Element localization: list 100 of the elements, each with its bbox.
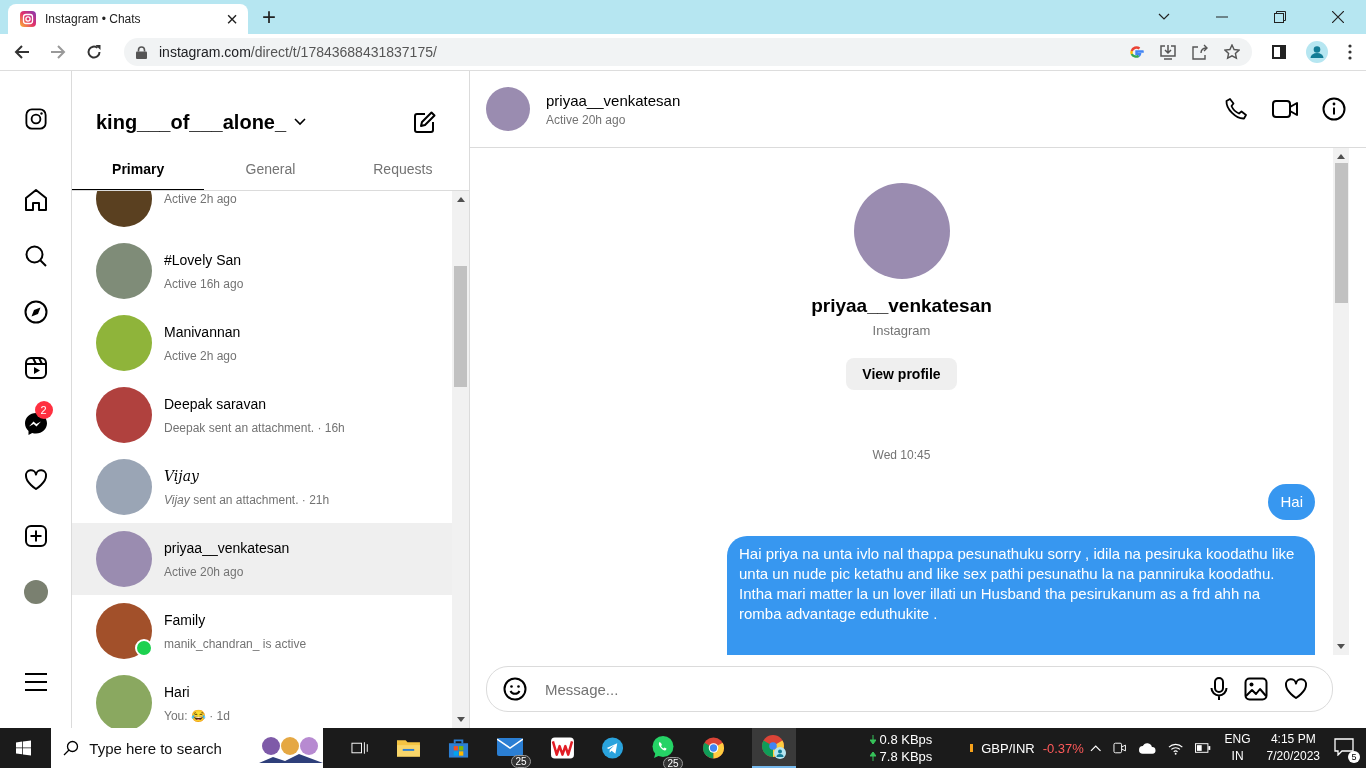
message-bubble: Hai priya na unta ivlo nal thappa pesunathuku sorry , idila na pesiruka koodathu like unta un nude pic ketathu and like sex pathi pesunathu la na panniruka koodathu. Intha mari matter la un lover illati un Husband tha pesirukanum as a frd ahh na romba advantage eduthukite .	[727, 536, 1315, 655]
chat-name: #Lovely San	[164, 251, 243, 268]
chevron-up-icon[interactable]	[1089, 744, 1102, 752]
message-bubble: Hai	[1268, 484, 1315, 520]
upload-speed: 7.8 KBps	[879, 748, 933, 765]
ticker-change: -0.37%	[1042, 740, 1084, 756]
address-bar[interactable]: instagram.com/direct/t/17843688431837175/	[124, 38, 1252, 66]
clock-time[interactable]: 4:15 PM	[1270, 731, 1316, 748]
heart-icon[interactable]	[23, 468, 48, 492]
share-icon[interactable]	[1192, 44, 1208, 60]
lock-icon	[136, 45, 147, 59]
account-username[interactable]: king___of___alone_	[96, 110, 287, 134]
scrollbar-thumb[interactable]	[454, 266, 467, 387]
message-composer[interactable]: Message...	[486, 666, 1333, 712]
cloud-icon[interactable]	[1138, 742, 1156, 754]
battery-icon[interactable]	[1195, 743, 1211, 753]
view-profile-button[interactable]: View profile	[846, 358, 957, 390]
up-arrow-icon	[869, 752, 876, 761]
profile-source: Instagram	[872, 323, 931, 338]
forward-arrow-icon[interactable]	[50, 44, 66, 60]
close-tab-button[interactable]: ×	[226, 9, 238, 29]
inbox-tab[interactable]: Requests	[336, 151, 469, 190]
heart-icon[interactable]	[1284, 677, 1308, 701]
wps-office-icon[interactable]	[550, 737, 574, 759]
task-view-icon[interactable]	[351, 740, 369, 756]
scrollbar-thumb[interactable]	[1334, 163, 1348, 303]
whatsapp-icon[interactable]	[650, 734, 675, 759]
folder-icon[interactable]	[396, 738, 420, 758]
scroll-down-arrow-icon[interactable]	[1337, 644, 1345, 649]
inbox-tab[interactable]: General	[204, 151, 337, 190]
restore-icon[interactable]	[1274, 11, 1286, 23]
chat-list-item[interactable]: Deepak saravan Deepak sent an attachment. · 16h	[72, 379, 452, 451]
phone-icon[interactable]	[1224, 97, 1248, 121]
clock-date[interactable]: 7/20/2023	[1266, 748, 1320, 765]
chat-preview: Vijay sent an attachment. · 21h	[164, 492, 330, 507]
video-camera-icon[interactable]	[1272, 98, 1298, 120]
chat-preview: Deepak sent an attachment. · 16h	[164, 420, 345, 435]
taskbar-search-field[interactable]: Type here to search	[51, 728, 324, 768]
meet-icon[interactable]	[1113, 741, 1127, 755]
chevron-down-icon[interactable]	[294, 118, 307, 126]
notification-badge: 25	[663, 756, 683, 768]
scrollbar[interactable]	[1333, 148, 1349, 655]
microphone-icon[interactable]	[1210, 677, 1228, 701]
scroll-up-arrow-icon[interactable]	[1337, 154, 1345, 159]
info-icon[interactable]	[1322, 97, 1346, 121]
input-region[interactable]: IN	[1231, 748, 1244, 765]
image-icon[interactable]	[1244, 677, 1268, 701]
store-icon[interactable]	[447, 737, 469, 759]
chat-list-item[interactable]: #Lovely San Active 16h ago	[72, 235, 452, 307]
input-language[interactable]: ENG	[1224, 731, 1251, 748]
chat-list-item[interactable]: Family manik_chandran_ is active	[72, 595, 452, 667]
scroll-down-arrow-icon[interactable]	[456, 717, 465, 722]
chat-preview: manik_chandran_ is active	[164, 636, 307, 651]
online-status-dot	[135, 639, 153, 657]
message-input-field[interactable]: Message...	[543, 679, 1194, 699]
message-date: Wed 10:45	[872, 448, 931, 462]
chrome-icon[interactable]	[702, 737, 724, 759]
mail-icon[interactable]	[496, 736, 523, 757]
create-plus-icon[interactable]	[23, 524, 48, 548]
compose-icon[interactable]	[413, 110, 437, 134]
notification-center-icon[interactable]	[1334, 737, 1354, 756]
scroll-up-arrow-icon[interactable]	[456, 197, 465, 202]
search-icon[interactable]	[23, 244, 48, 268]
side-panel-icon[interactable]	[1272, 45, 1286, 59]
chrome-profile-taskbar-button[interactable]	[751, 728, 796, 768]
messenger-icon[interactable]	[23, 412, 48, 436]
back-arrow-icon[interactable]	[14, 44, 30, 60]
star-icon[interactable]	[1224, 44, 1240, 60]
browser-tab[interactable]: Instagram • Chats ×	[8, 4, 248, 34]
wifi-icon[interactable]	[1168, 741, 1184, 755]
chat-list-item[interactable]: Active 2h ago	[72, 191, 452, 235]
reload-icon[interactable]	[86, 44, 102, 60]
instagram-logo-icon[interactable]	[24, 108, 47, 130]
chat-list-item[interactable]: priyaa__venkatesan Active 20h ago	[72, 523, 452, 595]
close-icon[interactable]	[1332, 11, 1344, 23]
home-icon[interactable]	[23, 188, 48, 212]
install-icon[interactable]	[1160, 44, 1176, 60]
chevron-down-icon[interactable]	[1158, 13, 1170, 21]
menu-icon[interactable]	[24, 673, 47, 691]
down-arrow-icon	[869, 735, 876, 744]
scrollbar[interactable]	[452, 191, 469, 728]
emoji-icon[interactable]	[503, 677, 527, 701]
google-g-icon[interactable]	[1129, 44, 1144, 60]
profile-avatar[interactable]	[23, 580, 48, 604]
chat-name: Family	[164, 611, 207, 628]
search-icon	[63, 740, 80, 756]
compass-icon[interactable]	[23, 300, 48, 324]
chat-list-item[interactable]: Vijay Vijay sent an attachment. · 21h	[72, 451, 452, 523]
chat-list-item[interactable]: Manivannan Active 2h ago	[72, 307, 452, 379]
windows-start-icon[interactable]	[16, 740, 32, 756]
photo-placeholder[interactable]	[486, 87, 530, 131]
new-tab-button[interactable]: +	[262, 2, 276, 32]
menu-dots-icon[interactable]	[1348, 44, 1352, 60]
telegram-icon[interactable]	[601, 737, 623, 759]
tab-title: Instagram • Chats	[45, 12, 142, 26]
chat-list-item[interactable]: Hari You: 😂 · 1d	[72, 667, 452, 728]
contact-name[interactable]: priyaa__venkatesan	[546, 91, 681, 109]
profile-avatar-icon[interactable]	[1306, 41, 1328, 63]
reels-icon[interactable]	[23, 356, 48, 380]
inbox-tab[interactable]: Primary	[72, 151, 205, 190]
